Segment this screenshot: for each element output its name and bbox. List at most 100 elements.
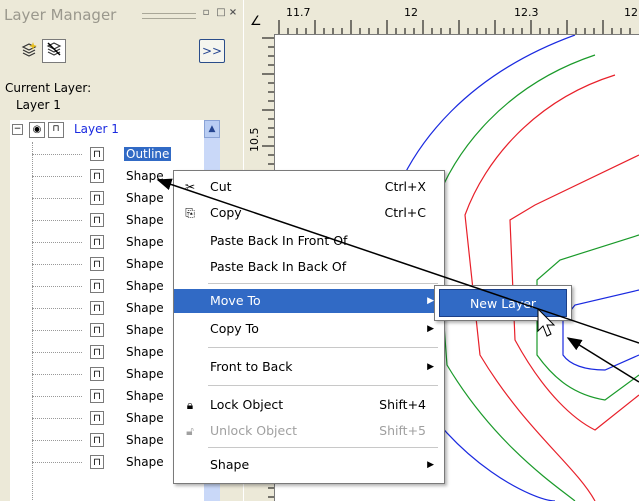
delete-layer-icon[interactable]: [42, 39, 66, 63]
menu-item-label: Copy: [210, 205, 242, 220]
menu-item-shortcut: Ctrl+X: [384, 179, 426, 194]
object-lock-icon[interactable]: ⊓: [90, 411, 104, 425]
submenu-arrow-icon: ▶: [427, 362, 434, 372]
menu-separator: [208, 347, 438, 348]
new-layer-menu-item[interactable]: New Layer: [439, 289, 567, 317]
collapse-icon[interactable]: −: [12, 124, 23, 135]
object-label[interactable]: Shape: [126, 257, 164, 271]
object-label[interactable]: Shape: [126, 411, 164, 425]
object-lock-icon[interactable]: ⊓: [90, 367, 104, 381]
tree-connector: [32, 462, 82, 463]
object-lock-icon[interactable]: ⊓: [90, 147, 104, 161]
tree-connector: [32, 396, 82, 397]
expand-button[interactable]: >>: [199, 39, 225, 63]
menu-item-cut[interactable]: ✂ Cut Ctrl+X: [174, 175, 442, 199]
ruler-top-label: 12: [624, 6, 638, 19]
menu-item-shortcut: Shift+4: [379, 397, 426, 412]
scissors-icon: ✂: [184, 180, 196, 194]
object-label[interactable]: Outline: [124, 147, 172, 161]
menu-item-shape[interactable]: Shape ▶: [174, 453, 442, 477]
menu-item-copy[interactable]: ⎘ Copy Ctrl+C: [174, 201, 442, 225]
object-lock-icon[interactable]: ⊓: [90, 301, 104, 315]
menu-separator: [208, 385, 438, 386]
submenu-arrow-icon: ▶: [427, 296, 434, 306]
object-lock-icon[interactable]: ⊓: [90, 323, 104, 337]
tree-object-row[interactable]: ⊓ Outline: [10, 145, 204, 165]
new-layer-icon[interactable]: [18, 41, 40, 63]
lock-icon: 🔒︎: [186, 398, 194, 412]
menu-item-paste-back-in-front-of[interactable]: Paste Back In Front Of: [174, 229, 442, 253]
tree-connector: [32, 198, 82, 199]
menu-item-label: Lock Object: [210, 397, 284, 412]
object-label[interactable]: Shape: [126, 367, 164, 381]
object-lock-icon[interactable]: ⊓: [90, 257, 104, 271]
object-label[interactable]: Shape: [126, 169, 164, 183]
menu-item-unlock-object[interactable]: 🔓︎ Unlock Object Shift+5: [174, 419, 442, 443]
object-label[interactable]: Shape: [126, 213, 164, 227]
ruler-top-label: 12.3: [514, 6, 539, 19]
object-label[interactable]: Shape: [126, 345, 164, 359]
menu-item-label: Shape: [210, 457, 250, 472]
current-layer-value: Layer 1: [16, 98, 61, 112]
ruler-top-label: 12: [404, 6, 418, 19]
menu-item-front-to-back[interactable]: Front to Back ▶: [174, 355, 442, 379]
object-label[interactable]: Shape: [126, 455, 164, 469]
current-layer-label: Current Layer:: [5, 81, 92, 95]
object-label[interactable]: Shape: [126, 323, 164, 337]
blue-inner-curve: [562, 289, 639, 371]
maximize-icon[interactable]: □: [216, 8, 226, 18]
close-icon[interactable]: ×: [228, 8, 238, 18]
horizontal-ruler: 11.7 12 12.3 12 ∠: [244, 0, 639, 35]
ruler-origin-icon[interactable]: ∠: [250, 14, 262, 29]
move-to-submenu: New Layer: [434, 285, 572, 321]
menu-item-label: Move To: [210, 293, 261, 308]
menu-item-copy-to[interactable]: Copy To ▶: [174, 317, 442, 341]
object-label[interactable]: Shape: [126, 235, 164, 249]
tree-connector: [32, 264, 82, 265]
object-label[interactable]: Shape: [126, 301, 164, 315]
tree-connector: [32, 308, 82, 309]
scroll-up-arrow-icon[interactable]: ▲: [204, 120, 220, 138]
object-lock-icon[interactable]: ⊓: [90, 345, 104, 359]
menu-item-label: Cut: [210, 179, 232, 194]
restore-icon[interactable]: ▫: [201, 8, 211, 18]
tree-connector: [32, 242, 82, 243]
tree-connector: [32, 176, 82, 177]
menu-item-label: Paste Back In Front Of: [210, 233, 348, 248]
menu-separator: [208, 283, 438, 284]
object-lock-icon[interactable]: ⊓: [90, 213, 104, 227]
tree-connector: [32, 220, 82, 221]
object-lock-icon[interactable]: ⊓: [90, 433, 104, 447]
object-label[interactable]: Shape: [126, 389, 164, 403]
menu-item-label: Copy To: [210, 321, 259, 336]
menu-item-paste-back-in-back-of[interactable]: Paste Back In Back Of: [174, 255, 442, 279]
tree-connector: [32, 352, 82, 353]
tree-connector: [32, 330, 82, 331]
menu-item-label: Unlock Object: [210, 423, 297, 438]
context-menu: ✂ Cut Ctrl+X ⎘ Copy Ctrl+C Paste Back In Front…: [173, 170, 445, 484]
menu-item-move-to[interactable]: Move To ▶: [174, 289, 442, 313]
object-label[interactable]: Shape: [126, 279, 164, 293]
object-lock-icon[interactable]: ⊓: [90, 279, 104, 293]
tree-connector: [32, 374, 82, 375]
tree-connector: [32, 286, 82, 287]
visibility-eye-icon[interactable]: ◉: [29, 122, 45, 138]
menu-item-label: Front to Back: [210, 359, 293, 374]
tree-connector: [32, 154, 82, 155]
copy-icon: ⎘: [185, 206, 195, 220]
object-lock-icon[interactable]: ⊓: [90, 169, 104, 183]
object-label[interactable]: Shape: [126, 191, 164, 205]
layer-row[interactable]: − ◉ ⊓ Layer 1: [10, 120, 204, 140]
submenu-arrow-icon: ▶: [427, 460, 434, 470]
object-lock-icon[interactable]: ⊓: [90, 191, 104, 205]
menu-item-lock-object[interactable]: 🔒︎ Lock Object Shift+4: [174, 393, 442, 417]
object-lock-icon[interactable]: ⊓: [90, 389, 104, 403]
object-label[interactable]: Shape: [126, 433, 164, 447]
object-lock-icon[interactable]: ⊓: [90, 455, 104, 469]
green-outline-curve: [434, 54, 596, 501]
layer-name[interactable]: Layer 1: [74, 122, 119, 136]
object-lock-icon[interactable]: ⊓: [90, 235, 104, 249]
menu-item-label: Paste Back In Back Of: [210, 259, 347, 274]
title-grip[interactable]: [142, 13, 196, 19]
layer-lock-icon[interactable]: ⊓: [48, 122, 64, 138]
